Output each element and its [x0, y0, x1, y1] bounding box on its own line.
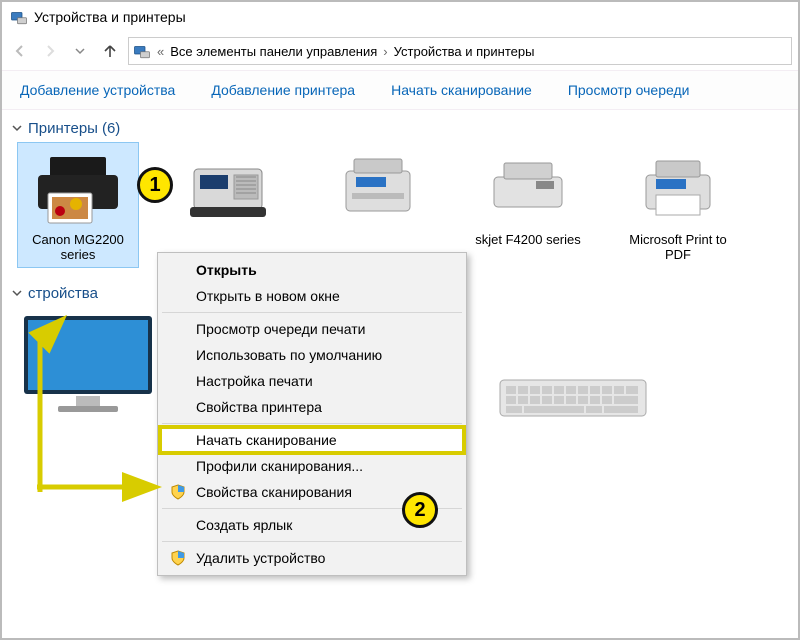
- add-printer-button[interactable]: Добавление принтера: [193, 82, 373, 98]
- shield-icon: [170, 484, 186, 500]
- ctx-open[interactable]: Открыть: [160, 257, 464, 283]
- device-item-pdf[interactable]: Microsoft Print to PDF: [618, 143, 738, 267]
- devices-icon: [133, 42, 151, 60]
- printers-row: Canon MG2200 series: [12, 143, 788, 267]
- group-label-devices: стройства: [28, 285, 98, 302]
- keyboard-icon: [498, 370, 648, 420]
- chevron-down-icon: [12, 120, 26, 137]
- breadcrumb-part-2[interactable]: Устройства и принтеры: [394, 44, 535, 59]
- ctx-scan-profiles[interactable]: Профили сканирования...: [160, 453, 464, 479]
- menu-separator: [162, 423, 462, 424]
- group-header-printers[interactable]: Принтеры (6): [12, 120, 788, 137]
- devices-icon: [10, 8, 28, 26]
- device-item-monitor[interactable]: [18, 310, 158, 425]
- fax-icon: [180, 149, 276, 229]
- printer-icon: [30, 149, 126, 229]
- device-label: Microsoft Print to PDF: [620, 233, 736, 263]
- window-titlebar: Устройства и принтеры: [2, 2, 798, 32]
- printer-icon: [480, 149, 576, 229]
- chevron-down-icon: [12, 285, 26, 302]
- callout-badge-1: 1: [137, 167, 173, 203]
- breadcrumb-part-1[interactable]: Все элементы панели управления: [170, 44, 377, 59]
- device-item-laser[interactable]: [318, 143, 438, 267]
- device-item-hp[interactable]: skjet F4200 series: [468, 143, 588, 267]
- ctx-open-new-window[interactable]: Открыть в новом окне: [160, 283, 464, 309]
- ctx-printing-prefs[interactable]: Настройка печати: [160, 368, 464, 394]
- start-scan-button[interactable]: Начать сканирование: [373, 82, 550, 98]
- ctx-start-scan[interactable]: Начать сканирование: [160, 427, 464, 453]
- nav-row: « Все элементы панели управления › Устро…: [2, 32, 798, 70]
- group-label-printers: Принтеры: [28, 120, 98, 137]
- breadcrumb-prefix: «: [155, 44, 166, 59]
- ctx-view-queue[interactable]: Просмотр очереди печати: [160, 316, 464, 342]
- annotation-arrow-2: [32, 472, 172, 502]
- printer-icon: [330, 149, 426, 229]
- device-label: Canon MG2200 series: [20, 233, 136, 263]
- ctx-scan-props-label: Свойства сканирования: [196, 484, 352, 500]
- shield-icon: [170, 550, 186, 566]
- device-item-fax[interactable]: [168, 143, 288, 267]
- group-count-printers: (6): [102, 120, 120, 137]
- forward-button[interactable]: [38, 39, 62, 63]
- ctx-remove-device-label: Удалить устройство: [196, 550, 325, 566]
- address-bar[interactable]: « Все элементы панели управления › Устро…: [128, 37, 792, 65]
- ctx-printer-props[interactable]: Свойства принтера: [160, 394, 464, 420]
- back-button[interactable]: [8, 39, 32, 63]
- ctx-set-default[interactable]: Использовать по умолчанию: [160, 342, 464, 368]
- window-title: Устройства и принтеры: [34, 9, 186, 25]
- printer-icon: [630, 149, 726, 229]
- device-item-canon[interactable]: Canon MG2200 series: [18, 143, 138, 267]
- add-device-button[interactable]: Добавление устройства: [2, 82, 193, 98]
- ctx-remove-device[interactable]: Удалить устройство: [160, 545, 464, 571]
- view-queue-button[interactable]: Просмотр очереди: [550, 82, 708, 98]
- device-item-keyboard[interactable]: [498, 370, 648, 425]
- chevron-right-icon: ›: [381, 44, 389, 59]
- up-button[interactable]: [98, 39, 122, 63]
- monitor-icon: [18, 310, 158, 420]
- recent-dropdown-button[interactable]: [68, 39, 92, 63]
- device-label: skjet F4200 series: [475, 233, 581, 248]
- menu-separator: [162, 312, 462, 313]
- menu-separator: [162, 541, 462, 542]
- callout-badge-2: 2: [402, 492, 438, 528]
- command-bar: Добавление устройства Добавление принтер…: [2, 70, 798, 110]
